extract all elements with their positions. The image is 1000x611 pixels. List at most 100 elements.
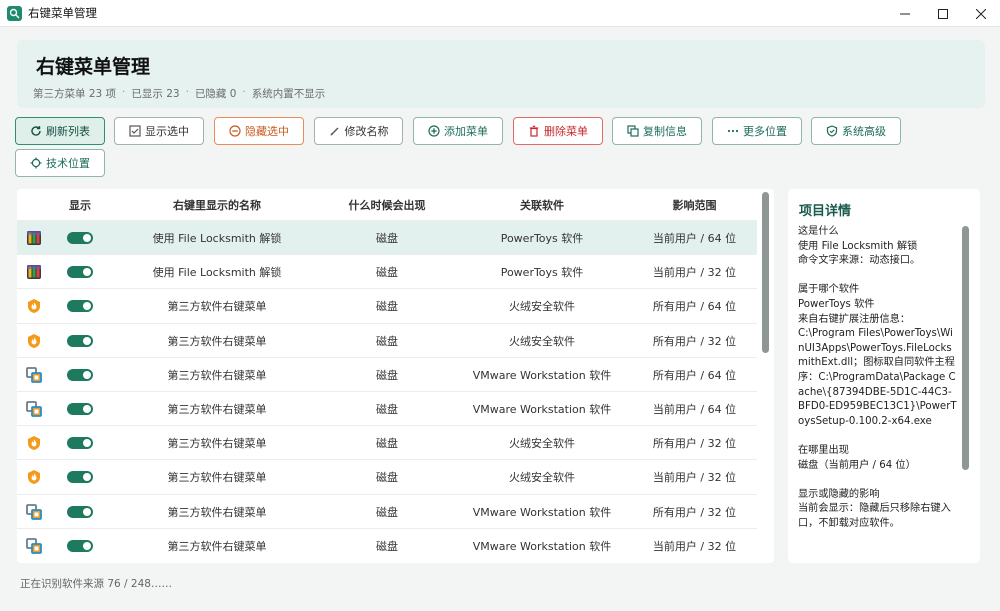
table-row[interactable]: 第三方软件右键菜单 磁盘 VMware Workstation 软件 所有用户 / 3… xyxy=(17,493,757,529)
when-cell: 磁盘 xyxy=(376,437,398,451)
hide-selected-button[interactable]: 隐藏选中 xyxy=(214,117,304,145)
huorong-icon xyxy=(23,324,45,358)
table-row[interactable]: 第三方软件右键菜单 磁盘 火绒安全软件 所有用户 / 64 位 xyxy=(17,288,757,322)
scope-cell: 所有用户 / 64 位 xyxy=(652,300,737,314)
refresh-list-button[interactable]: 刷新列表 xyxy=(15,117,105,145)
menu-name-cell: 第三方软件右键菜单 xyxy=(167,539,267,553)
minimize-icon xyxy=(900,13,910,14)
pencil-icon xyxy=(330,127,338,136)
visibility-toggle[interactable] xyxy=(57,460,103,494)
software-cell: 火绒安全软件 xyxy=(509,300,575,314)
rename-button[interactable]: 修改名称 xyxy=(314,117,403,145)
column-header-software[interactable]: 关联软件 xyxy=(452,197,632,213)
more-locations-label: 更多位置 xyxy=(743,125,787,138)
table-row[interactable]: 第三方软件右键菜单 磁盘 火绒安全软件 当前用户 / 32 位 xyxy=(17,459,757,493)
visibility-toggle[interactable] xyxy=(57,495,103,529)
checkbox-icon xyxy=(129,125,141,137)
table-row[interactable]: 使用 File Locksmith 解锁 磁盘 PowerToys 软件 当前用户 /… xyxy=(17,254,757,288)
toggle-switch[interactable] xyxy=(67,403,93,415)
add-menu-button[interactable]: 添加菜单 xyxy=(413,117,503,145)
toggle-switch[interactable] xyxy=(67,471,93,484)
detail-body: 这是什么 使用 File Locksmith 解锁 命令文字来源：动态接口。 属… xyxy=(798,226,957,529)
scope-cell: 所有用户 / 64 位 xyxy=(652,368,737,382)
minimize-button[interactable] xyxy=(886,0,924,27)
maximize-button[interactable] xyxy=(924,0,962,27)
delete-menu-label: 删除菜单 xyxy=(544,125,588,138)
menu-table: 显示 右键里显示的名称 什么时候会出现 关联软件 影响范围 使用 File Lo… xyxy=(17,189,774,563)
toggle-switch[interactable] xyxy=(67,232,93,244)
maximize-icon xyxy=(938,8,948,19)
visibility-toggle[interactable] xyxy=(57,426,103,460)
table-header: 显示 右键里显示的名称 什么时候会出现 关联软件 影响范围 xyxy=(17,189,762,220)
when-cell: 磁盘 xyxy=(376,539,398,553)
table-row[interactable]: 第三方软件右键菜单 磁盘 火绒安全软件 所有用户 / 32 位 xyxy=(17,322,757,358)
show-selected-label: 显示选中 xyxy=(145,125,189,138)
detail-scrollbar[interactable] xyxy=(962,226,969,470)
menu-name-cell: 使用 File Locksmith 解锁 xyxy=(152,266,282,280)
when-cell: 磁盘 xyxy=(376,471,398,485)
window-controls xyxy=(886,0,1000,27)
table-row[interactable]: 第三方软件右键菜单 磁盘 VMware Workstation 软件 当前用户 / 3… xyxy=(17,527,757,563)
more-locations-button[interactable]: 更多位置 xyxy=(712,117,802,145)
column-header-name[interactable]: 右键里显示的名称 xyxy=(117,197,317,213)
table-scrollbar[interactable] xyxy=(762,192,769,353)
window-title: 右键菜单管理 xyxy=(28,6,97,20)
toggle-switch[interactable] xyxy=(67,266,93,279)
column-header-when[interactable]: 什么时候会出现 xyxy=(327,197,447,213)
software-cell: 火绒安全软件 xyxy=(509,334,575,348)
menu-name-cell: 第三方软件右键菜单 xyxy=(167,437,267,451)
stat-separator: · xyxy=(242,86,246,98)
toggle-switch[interactable] xyxy=(67,505,93,518)
powertoys-icon xyxy=(23,255,45,289)
vmware-icon xyxy=(23,392,45,426)
menu-name-cell: 第三方软件右键菜单 xyxy=(167,403,267,416)
toggle-switch[interactable] xyxy=(67,539,93,552)
column-header-show[interactable]: 显示 xyxy=(57,197,103,213)
table-row[interactable]: 第三方软件右键菜单 磁盘 VMware Workstation 软件 当前用户 / 6… xyxy=(17,391,757,425)
minus-circle-icon xyxy=(229,125,241,137)
stat-shown: 已显示 23 xyxy=(131,88,180,100)
table-row[interactable]: 第三方软件右键菜单 磁盘 火绒安全软件 所有用户 / 32 位 xyxy=(17,425,757,459)
visibility-toggle[interactable] xyxy=(57,529,103,563)
close-icon xyxy=(976,8,986,19)
shield-icon xyxy=(826,125,838,137)
scope-cell: 当前用户 / 64 位 xyxy=(652,403,737,416)
tech-location-button[interactable]: 技术位置 xyxy=(15,149,105,177)
table-row[interactable]: 第三方软件右键菜单 磁盘 VMware Workstation 软件 所有用户 / 6… xyxy=(17,356,757,392)
detail-panel: 项目详情 这是什么 使用 File Locksmith 解锁 命令文字来源：动态… xyxy=(788,189,980,563)
column-header-scope[interactable]: 影响范围 xyxy=(632,197,757,213)
visibility-toggle[interactable] xyxy=(57,255,103,289)
detail-title: 项目详情 xyxy=(799,204,852,219)
visibility-toggle[interactable] xyxy=(57,392,103,426)
software-cell: 火绒安全软件 xyxy=(509,471,575,485)
vmware-icon xyxy=(23,358,45,392)
scope-cell: 当前用户 / 64 位 xyxy=(652,232,737,245)
toggle-switch[interactable] xyxy=(67,368,93,381)
scope-cell: 所有用户 / 32 位 xyxy=(652,505,737,519)
trash-icon xyxy=(529,125,539,137)
stat-third-party: 第三方菜单 23 项 xyxy=(33,88,117,100)
table-row[interactable]: 使用 File Locksmith 解锁 磁盘 PowerToys 软件 当前用户 /… xyxy=(17,220,757,254)
system-advanced-button[interactable]: 系统高级 xyxy=(811,117,901,145)
software-cell: VMware Workstation 软件 xyxy=(472,539,612,553)
toggle-switch[interactable] xyxy=(67,437,93,450)
show-selected-button[interactable]: 显示选中 xyxy=(114,117,204,145)
huorong-icon xyxy=(23,460,45,494)
software-cell: PowerToys 软件 xyxy=(500,232,584,245)
visibility-toggle[interactable] xyxy=(57,221,103,255)
refresh-list-label: 刷新列表 xyxy=(46,125,90,138)
visibility-toggle[interactable] xyxy=(57,289,103,323)
header-banner: 右键菜单管理 第三方菜单 23 项 · 已显示 23 · 已隐藏 0 · 系统内… xyxy=(17,40,985,108)
stat-hidden: 已隐藏 0 xyxy=(194,88,237,100)
visibility-toggle[interactable] xyxy=(57,358,103,392)
when-cell: 磁盘 xyxy=(376,300,398,314)
huorong-icon xyxy=(23,426,45,460)
close-button[interactable] xyxy=(962,0,1000,27)
copy-info-button[interactable]: 复制信息 xyxy=(612,117,702,145)
toggle-switch[interactable] xyxy=(67,300,93,313)
scope-cell: 当前用户 / 32 位 xyxy=(652,266,737,280)
visibility-toggle[interactable] xyxy=(57,324,103,358)
delete-menu-button[interactable]: 删除菜单 xyxy=(513,117,603,145)
toggle-switch[interactable] xyxy=(67,334,93,347)
vmware-icon xyxy=(23,495,45,529)
